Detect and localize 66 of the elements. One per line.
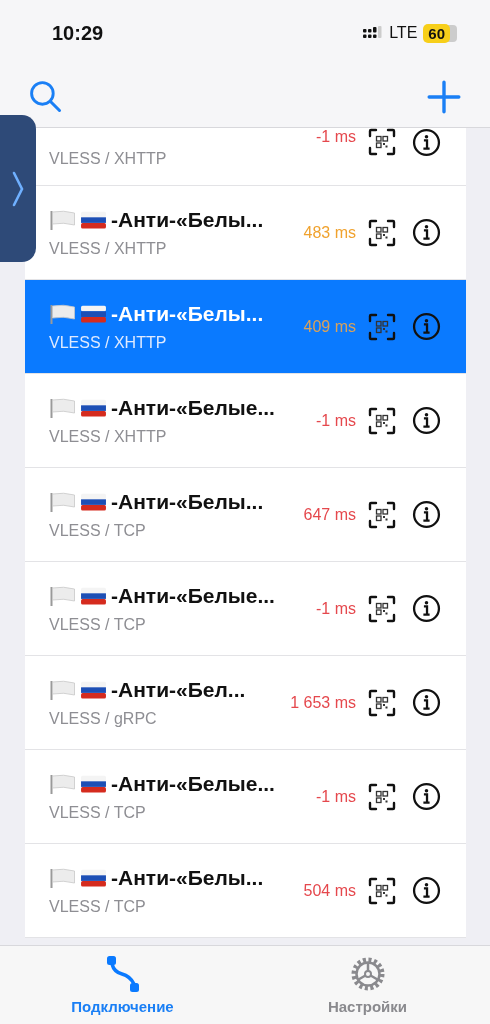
- info-icon[interactable]: [412, 218, 441, 247]
- qr-code-icon[interactable]: [368, 876, 396, 905]
- info-icon[interactable]: [412, 688, 441, 717]
- protocol-label: VLESS / TCP: [49, 897, 147, 916]
- server-name: -Анти-«Белы...: [111, 865, 264, 890]
- russia-flag-icon: [80, 773, 107, 794]
- flag-icon: [49, 585, 76, 606]
- russia-flag-icon: [80, 679, 107, 700]
- russia-flag-icon: [80, 491, 107, 512]
- latency-label: 504 ms: [303, 881, 356, 900]
- protocol-label: VLESS / TCP: [49, 803, 147, 822]
- server-name: -Анти-«Бел...: [111, 677, 246, 702]
- signal-icon: [363, 26, 384, 40]
- protocol-label: VLESS / gRPC: [49, 709, 158, 728]
- latency-label: -1 ms: [316, 599, 356, 618]
- qr-code-icon[interactable]: [368, 594, 396, 623]
- latency-label: -1 ms: [316, 411, 356, 430]
- russia-flag-icon: [80, 867, 107, 888]
- chevron-right-icon: [12, 170, 24, 207]
- info-icon[interactable]: [412, 406, 441, 435]
- server-name: -Анти-«Белы...: [111, 489, 264, 514]
- qr-code-icon[interactable]: [368, 782, 396, 811]
- latency-label: 409 ms: [303, 317, 356, 336]
- protocol-label: VLESS / TCP: [49, 521, 147, 540]
- server-name: -Анти-«Белые...: [111, 395, 275, 420]
- protocol-label: VLESS / XHTTP: [49, 427, 168, 446]
- protocol-label: VLESS / XHTTP: [49, 239, 168, 258]
- flag-icon: [49, 397, 76, 418]
- qr-code-icon[interactable]: [368, 406, 396, 435]
- russia-flag-icon: [80, 209, 107, 230]
- search-icon[interactable]: [28, 79, 64, 115]
- server-name: -Анти-«Белы...: [111, 301, 264, 326]
- flag-icon: [49, 773, 76, 794]
- protocol-label: VLESS / XHTTP: [49, 150, 168, 168]
- russia-flag-icon: [80, 585, 107, 606]
- latency-label: 483 ms: [303, 223, 356, 242]
- server-name: -Анти-«Белые...: [111, 771, 275, 796]
- latency-label: 1 653 ms: [290, 693, 356, 712]
- flag-icon: [49, 679, 76, 700]
- qr-code-icon[interactable]: [368, 688, 396, 717]
- russia-flag-icon: [80, 303, 107, 324]
- flag-icon: [49, 867, 76, 888]
- server-name: -Анти-«Белы...: [111, 207, 264, 232]
- info-icon[interactable]: [412, 128, 441, 157]
- qr-code-icon[interactable]: [368, 218, 396, 247]
- flag-icon: [49, 491, 76, 512]
- qr-code-icon[interactable]: [368, 128, 396, 156]
- side-menu[interactable]: [0, 115, 36, 262]
- info-icon[interactable]: [412, 782, 441, 811]
- info-icon[interactable]: [412, 594, 441, 623]
- latency-label: 647 ms: [303, 505, 356, 524]
- server-name: -Анти-«Белые...: [111, 583, 275, 608]
- info-icon[interactable]: [412, 500, 441, 529]
- status-time: 10:29: [52, 21, 104, 45]
- qr-code-icon[interactable]: [368, 500, 396, 529]
- flag-icon: [49, 209, 76, 230]
- add-icon[interactable]: [426, 79, 462, 115]
- protocol-label: VLESS / TCP: [49, 615, 147, 634]
- flag-icon: [49, 303, 76, 324]
- info-icon[interactable]: [412, 876, 441, 905]
- latency-label: -1 ms: [316, 128, 356, 146]
- russia-flag-icon: [80, 397, 107, 418]
- tab[interactable]: Подключение: [0, 946, 245, 1024]
- protocol-label: VLESS / XHTTP: [49, 333, 168, 352]
- latency-label: -1 ms: [316, 787, 356, 806]
- network-label: LTE: [389, 24, 418, 42]
